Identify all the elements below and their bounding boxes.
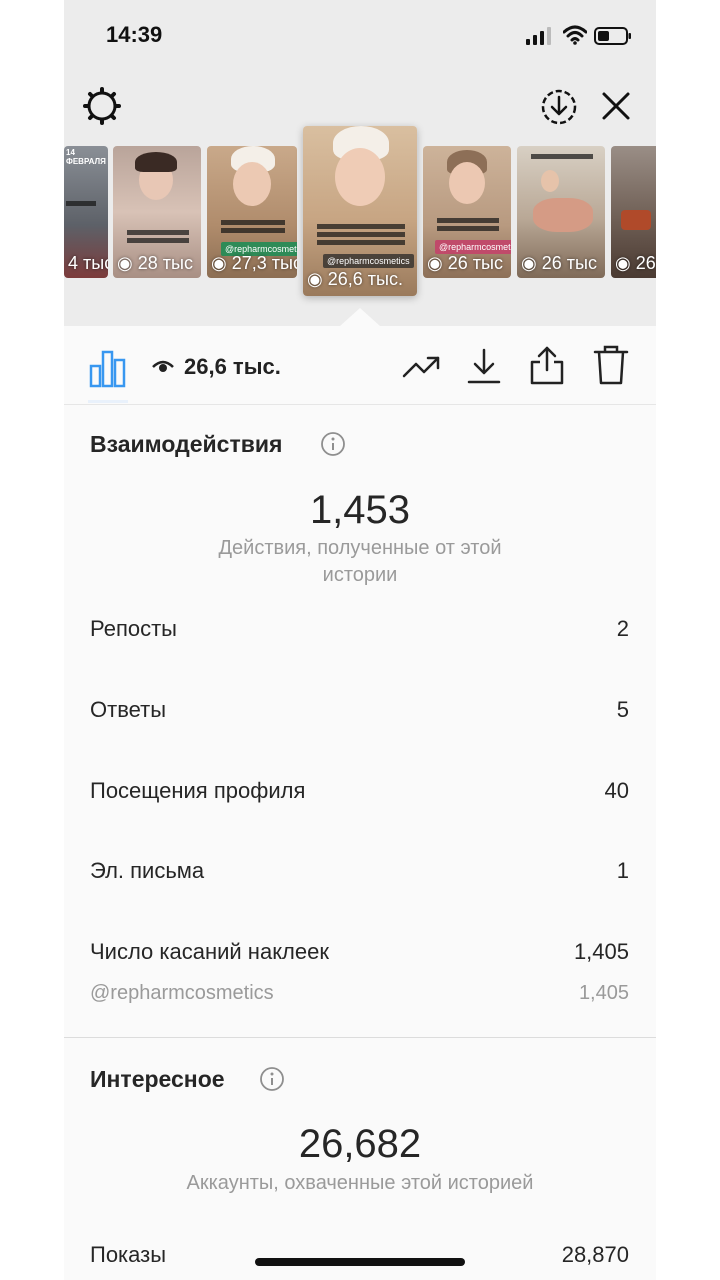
metric-value: 2 (616, 616, 629, 641)
story-views-count: 26,6 тыс. (184, 354, 281, 379)
metric-value: 40 (604, 778, 629, 803)
close-icon[interactable] (596, 86, 636, 126)
save-story-icon[interactable] (538, 86, 580, 128)
eye-icon: ◉ (117, 253, 133, 273)
thumbnail-views: 4 тыс (68, 253, 108, 273)
eye-icon: ◉ (521, 253, 537, 273)
story-thumbnails: 14 ФЕВРАЛЯ 4 тыс ◉ 28 тыс @repharmcosmet… (64, 126, 656, 326)
battery-icon (594, 27, 631, 45)
info-icon[interactable] (259, 1066, 285, 1092)
promote-trend-icon[interactable] (402, 350, 442, 382)
story-thumbnail[interactable]: @repharmcosmetics ◉ 27,3 тыс (207, 146, 297, 278)
eye-icon: ◉ (615, 253, 631, 273)
thumbnail-views: ◉ 28 тыс (117, 253, 193, 273)
section-divider (64, 1037, 656, 1038)
story-action-bar: 26,6 тыс. (64, 326, 656, 405)
sticker-sublabel: @repharmcosmetics (90, 982, 274, 1004)
story-thumbnail[interactable]: 14 ФЕВРАЛЯ 4 тыс (64, 146, 108, 278)
metric-label: Ответы (90, 697, 167, 722)
thumbnail-date: 14 ФЕВРАЛЯ (66, 148, 106, 166)
discovery-total: 26,682 (298, 1122, 422, 1166)
settings-gear-icon[interactable] (82, 86, 122, 126)
story-thumbnail[interactable]: ◉ 26 (611, 146, 656, 278)
metric-label: Посещения профиля (90, 778, 306, 803)
eye-icon: ◉ (211, 253, 227, 273)
insights-bar-chart-icon[interactable] (88, 348, 128, 388)
home-indicator[interactable] (255, 1258, 465, 1266)
story-preview-area: 14:39 14 ФЕВРАЛЯ 4 ты ◉ 28 тыс @repharmc… (64, 0, 656, 326)
status-time: 14:39 (106, 22, 163, 47)
share-icon[interactable] (528, 344, 566, 386)
metric-value: 5 (616, 697, 629, 722)
status-bar: 14:39 (64, 0, 656, 70)
selected-pointer (340, 308, 380, 326)
metric-label: Репосты (90, 616, 177, 641)
cellular-signal-icon (526, 27, 551, 45)
thumbnail-views: ◉ 27,3 тыс (211, 253, 297, 273)
thumbnail-views: ◉ 26 тыс (427, 253, 503, 273)
metric-label: Эл. письма (90, 858, 205, 883)
story-thumbnail-selected[interactable]: @repharmcosmetics ◉ 26,6 тыс. (303, 126, 417, 296)
interactions-total: 1,453 (309, 488, 411, 532)
eye-icon: ◉ (307, 269, 323, 289)
discovery-title: Интересное (90, 1066, 225, 1092)
story-thumbnail[interactable]: @repharmcosmetics ◉ 26 тыс (423, 146, 511, 278)
interactions-title: Взаимодействия (90, 431, 283, 457)
wifi-icon (563, 25, 587, 45)
delete-trash-icon[interactable] (592, 344, 630, 386)
thumbnail-views: ◉ 26 (615, 253, 656, 273)
story-thumbnail[interactable]: ◉ 26 тыс (517, 146, 605, 278)
info-icon[interactable] (320, 431, 346, 457)
stories-insights-screen: 14:39 14 ФЕВРАЛЯ 4 ты ◉ 28 тыс @repharmc… (64, 0, 656, 1280)
eye-icon (152, 360, 174, 372)
eye-icon: ◉ (427, 253, 443, 273)
download-icon[interactable] (466, 346, 502, 386)
metric-label: Показы (90, 1242, 167, 1267)
interactions-caption: Действия, полученные от этой истории (218, 537, 502, 586)
sticker-subvalue: 1,405 (578, 982, 629, 1004)
metric-value: 28,870 (561, 1242, 629, 1267)
thumbnail-views: ◉ 26,6 тыс. (307, 269, 403, 289)
metric-value: 1,405 (573, 939, 629, 964)
thumbnail-tag: @repharmcosmetics (435, 240, 511, 254)
discovery-caption: Аккаунты, охваченные этой историей (186, 1172, 534, 1194)
metric-label: Число касаний наклеек (90, 939, 329, 964)
story-thumbnail[interactable]: ◉ 28 тыс (113, 146, 201, 278)
thumbnail-views: ◉ 26 тыс (521, 253, 597, 273)
active-tab-indicator (88, 400, 128, 403)
metric-value: 1 (616, 858, 629, 883)
thumbnail-tag: @repharmcosmetics (323, 254, 414, 268)
